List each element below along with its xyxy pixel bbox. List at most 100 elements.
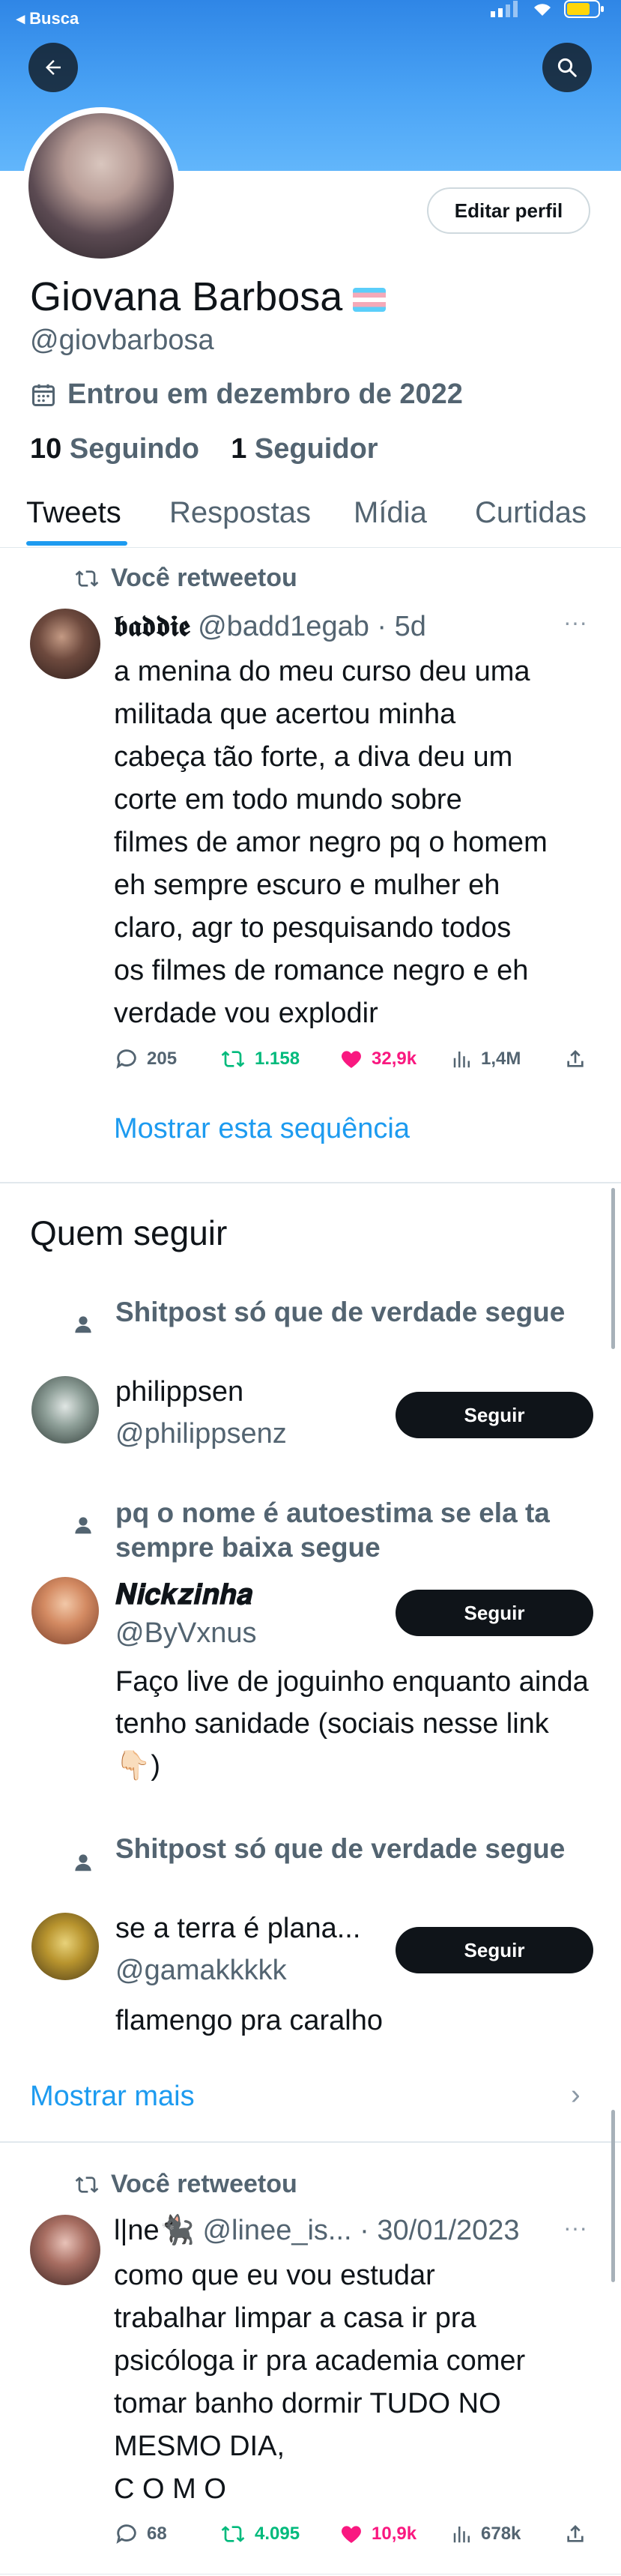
avatar-image [28, 113, 174, 259]
chevron-right-icon[interactable]: › [571, 2079, 581, 2111]
retweet-count: 1.158 [255, 1049, 300, 1069]
tweet-avatar[interactable] [30, 2215, 100, 2285]
status-back-label[interactable]: ◂ Busca [16, 9, 79, 28]
tweet-header: l|ne🐈‍⬛ @linee_is... · 30/01/2023 [114, 2214, 520, 2247]
retweet-icon [221, 1051, 245, 1067]
suggestion-handle[interactable]: @gamakkkkk [115, 1955, 287, 1987]
views-button[interactable]: 1,4M [451, 1048, 563, 1070]
reply-count: 205 [147, 1049, 178, 1069]
tweet-line: eh sempre escuro e mulher eh [114, 869, 500, 901]
signal-icon [491, 1, 518, 17]
scrollbar-thumb[interactable] [611, 1188, 615, 1349]
person-icon [75, 1517, 91, 1534]
who-to-follow-title: Quem seguir [30, 1213, 228, 1252]
views-count: 678k [481, 2524, 521, 2544]
tab-tweets[interactable]: Tweets [26, 496, 121, 530]
share-button[interactable] [563, 1047, 587, 1071]
tab-midia[interactable]: Mídia [354, 496, 427, 530]
followers-label: Seguidor [254, 433, 378, 465]
search-icon [557, 58, 577, 77]
tweet-line: a menina do meu curso deu uma [114, 656, 530, 687]
tweet-author-handle[interactable]: @badd1egab [198, 611, 369, 642]
follow-stats: 10 Seguindo 1 Seguidor [30, 433, 378, 465]
trans-flag-icon [353, 287, 387, 312]
views-icon [453, 2527, 470, 2543]
tweet-line: C O M O [114, 2473, 226, 2505]
followers-link[interactable]: 1 Seguidor [231, 433, 378, 465]
tweet-avatar[interactable] [30, 609, 100, 679]
share-button[interactable] [563, 2522, 587, 2546]
heart-icon [342, 1051, 361, 1068]
retweet-label-text: Você retweetou [111, 564, 297, 592]
divider [0, 2141, 621, 2143]
like-button[interactable]: 10,9k [339, 2522, 451, 2546]
tweet-line: trabalhar limpar a casa ir pra [114, 2302, 476, 2334]
suggestion-name[interactable]: se a terra é plana... [115, 1913, 360, 1945]
dot-separator: · [369, 611, 395, 642]
profile-avatar[interactable] [22, 107, 180, 265]
show-more-link[interactable]: Mostrar mais [30, 2081, 195, 2113]
suggestion-bio: Faço live de joguinho enquanto ainda ten… [115, 1666, 589, 1782]
suggestion-context: Shitpost só que de verdade segue [115, 1297, 566, 1327]
reply-button[interactable]: 68 [114, 2521, 219, 2547]
retweet-count: 4.095 [255, 2524, 300, 2544]
search-button[interactable] [542, 43, 592, 92]
like-count: 10,9k [372, 2524, 417, 2544]
dot-separator: · [351, 2215, 378, 2246]
retweet-label: Você retweetou [72, 564, 297, 593]
status-icons [491, 0, 605, 18]
views-icon [453, 1052, 470, 1068]
tweet-time[interactable]: 30/01/2023 [377, 2215, 519, 2246]
tab-respostas[interactable]: Respostas [169, 496, 311, 530]
tweet-text: como que eu vou estudar trabalhar limpar… [114, 2254, 621, 2511]
tweet-text: a menina do meu curso deu uma militada q… [114, 651, 621, 1035]
share-icon [567, 2525, 584, 2542]
tweet-author-name[interactable]: 𝖇𝖆𝖉𝖉𝖎𝖊 [114, 609, 190, 642]
reply-icon [116, 1049, 136, 1069]
person-icon [75, 1854, 91, 1871]
calendar-icon [32, 384, 55, 406]
following-count: 10 [30, 433, 62, 465]
views-count: 1,4M [481, 1049, 521, 1069]
follow-button[interactable]: Seguir [396, 1590, 593, 1636]
tweet-time[interactable]: 5d [395, 611, 426, 642]
retweet-icon [75, 570, 99, 587]
back-button[interactable] [28, 43, 78, 92]
more-options-icon[interactable]: ··· [563, 2214, 587, 2242]
suggestion-handle[interactable]: @ByVxnus [115, 1617, 257, 1650]
suggestion-avatar[interactable] [31, 1913, 99, 1980]
views-button[interactable]: 678k [451, 2523, 563, 2545]
retweet-button[interactable]: 1.158 [219, 1047, 339, 1071]
suggestion-name[interactable]: 𝑵𝒊𝒄𝒌𝒛𝒊𝒏𝒉𝒂 [115, 1577, 252, 1611]
suggestion-context: pq o nome é autoestima se ela ta sempre … [115, 1497, 550, 1563]
tweet-line: MESMO DIA, [114, 2431, 285, 2462]
reply-button[interactable]: 205 [114, 1046, 219, 1072]
retweet-label: Você retweetou [72, 2170, 297, 2199]
suggestion-avatar[interactable] [31, 1376, 99, 1444]
suggestion-avatar[interactable] [31, 1577, 99, 1644]
retweet-label-text: Você retweetou [111, 2170, 297, 2198]
tweet-author-name[interactable]: l|ne🐈‍⬛ [114, 2215, 195, 2246]
share-icon [567, 1050, 584, 1067]
tweet-line: psicóloga ir pra academia comer [114, 2345, 526, 2377]
tweet-line: os filmes de romance negro e eh [114, 955, 529, 986]
suggestion-context: Shitpost só que de verdade segue [115, 1833, 566, 1864]
tweet-actions: 205 1.158 32,9k 1,4M [114, 1046, 587, 1072]
show-thread-link[interactable]: Mostrar esta sequência [114, 1113, 410, 1145]
edit-profile-button[interactable]: Editar perfil [427, 187, 590, 234]
tweet-author-handle[interactable]: @linee_is... [202, 2215, 351, 2246]
retweet-button[interactable]: 4.095 [219, 2522, 339, 2546]
wifi-icon [534, 4, 551, 16]
tweet-line: como que eu vou estudar [114, 2260, 435, 2291]
suggestion-name[interactable]: philippsen [115, 1376, 243, 1408]
following-link[interactable]: 10 Seguindo [30, 433, 199, 465]
follow-button[interactable]: Seguir [396, 1927, 593, 1973]
follow-button[interactable]: Seguir [396, 1392, 593, 1438]
more-options-icon[interactable]: ··· [563, 609, 587, 636]
suggestion-handle[interactable]: @philippsenz [115, 1418, 287, 1450]
following-label: Seguindo [69, 433, 199, 465]
tab-curtidas[interactable]: Curtidas [475, 496, 587, 530]
profile-handle: @giovbarbosa [30, 325, 214, 356]
like-button[interactable]: 32,9k [339, 1047, 451, 1071]
like-count: 32,9k [372, 1049, 417, 1069]
